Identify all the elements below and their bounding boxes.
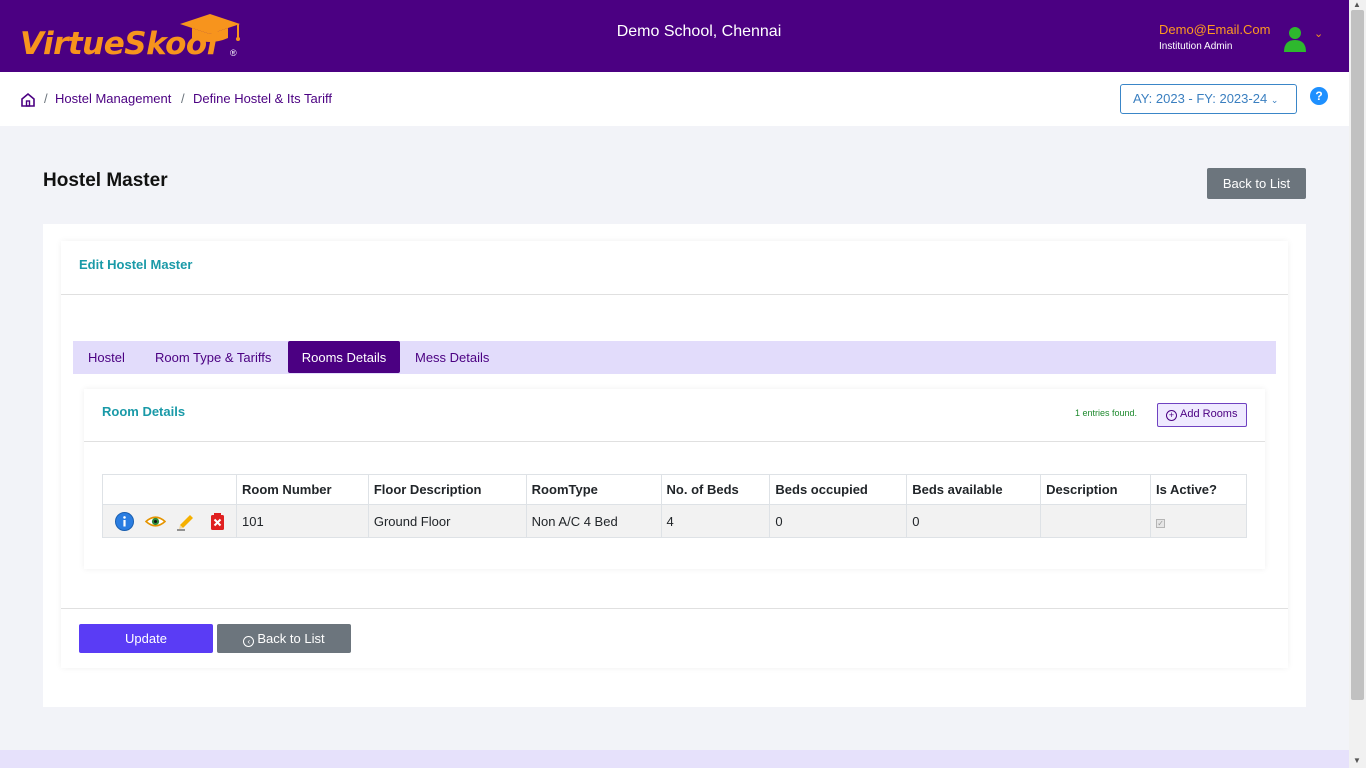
scroll-down-arrow-icon[interactable]: ▼ (1353, 756, 1361, 765)
rooms-table: Room Number Floor Description RoomType N… (102, 474, 1247, 538)
divider (84, 441, 1265, 442)
view-eye-icon[interactable] (145, 511, 166, 532)
footer-strip (0, 750, 1349, 768)
divider (61, 608, 1288, 609)
school-name: Demo School, Chennai (616, 23, 782, 40)
breadcrumb-define-hostel[interactable]: Define Hostel & Its Tariff (193, 91, 332, 106)
cell-floor-description: Ground Floor (367, 504, 527, 538)
virtueskool-logo[interactable]: VirtueSkool ® (20, 12, 250, 62)
logo-registered-mark: ® (230, 48, 237, 58)
user-role: Institution Admin (1159, 41, 1233, 52)
is-active-checkbox: ✓ (1156, 518, 1166, 528)
update-button[interactable]: Update (79, 624, 213, 653)
back-to-list-label: Back to List (257, 631, 325, 646)
column-header-beds-available: Beds available (906, 474, 1042, 505)
table-header-row: Room Number Floor Description RoomType N… (102, 474, 1247, 505)
chevron-down-icon: ⌄ (1270, 95, 1279, 105)
column-header-actions (102, 474, 237, 505)
cell-description (1040, 504, 1152, 538)
cell-room-type: Non A/C 4 Bed (525, 504, 662, 538)
help-icon[interactable]: ? (1310, 87, 1328, 105)
cell-room-number: 101 (235, 504, 369, 538)
tab-hostel[interactable]: Hostel (88, 341, 125, 373)
delete-icon[interactable] (207, 511, 228, 532)
column-header-floor-description: Floor Description (367, 474, 527, 505)
back-to-list-button[interactable]: Back to List (1207, 168, 1306, 199)
academic-year-select[interactable]: AY: 2023 - FY: 2023-24 ⌄ (1120, 84, 1297, 114)
column-header-room-type: RoomType (525, 474, 662, 505)
column-header-no-of-beds: No. of Beds (660, 474, 771, 505)
divider (61, 294, 1288, 295)
form-title: Edit Hostel Master (79, 257, 193, 272)
tab-rooms-details[interactable]: Rooms Details (288, 341, 400, 373)
add-rooms-button[interactable]: + Add Rooms (1157, 403, 1247, 427)
room-details-title: Room Details (102, 404, 186, 419)
add-rooms-label: Add Rooms (1180, 408, 1238, 420)
scroll-thumb[interactable] (1351, 10, 1364, 700)
breadcrumb-separator: / (44, 91, 48, 106)
logo-text: VirtueSkool (20, 26, 217, 62)
scroll-up-arrow-icon[interactable]: ▲ (1353, 0, 1361, 9)
user-email[interactable]: Demo@Email.Com (1159, 22, 1270, 37)
table-row: 101 Ground Floor Non A/C 4 Bed 4 0 0 ✓ (102, 504, 1247, 538)
breadcrumb-separator: / (181, 91, 185, 106)
back-to-list-bottom-button[interactable]: ‹ Back to List (217, 624, 351, 653)
row-actions (102, 504, 237, 538)
tab-room-type-tariffs[interactable]: Room Type & Tariffs (155, 341, 271, 373)
chevron-down-icon[interactable]: ⌄ (1314, 27, 1323, 40)
tab-mess-details[interactable]: Mess Details (415, 341, 489, 373)
column-header-description: Description (1040, 474, 1152, 505)
cell-no-of-beds: 4 (660, 504, 771, 538)
top-header: VirtueSkool ® Demo School, Chennai Demo@… (0, 0, 1349, 72)
entries-count: 1 entries found. (1075, 408, 1138, 418)
cell-beds-occupied: 0 (769, 504, 908, 538)
home-icon[interactable] (20, 92, 36, 108)
column-header-beds-occupied: Beds occupied (769, 474, 908, 505)
academic-year-value: AY: 2023 - FY: 2023-24 (1133, 91, 1268, 106)
page-scrollbar[interactable]: ▲ ▼ (1349, 0, 1366, 768)
column-header-is-active: Is Active? (1150, 474, 1247, 505)
arrow-left-circle-icon: ‹ (243, 636, 255, 647)
page-title: Hostel Master (43, 170, 168, 191)
column-header-room-number: Room Number (235, 474, 369, 505)
breadcrumb-hostel-management[interactable]: Hostel Management (55, 91, 171, 106)
cell-is-active: ✓ (1150, 504, 1247, 538)
edit-pencil-icon[interactable] (176, 511, 197, 532)
user-avatar-icon[interactable] (1283, 25, 1307, 53)
cell-beds-available: 0 (906, 504, 1042, 538)
info-icon[interactable] (114, 511, 135, 532)
plus-circle-icon: + (1166, 410, 1177, 421)
